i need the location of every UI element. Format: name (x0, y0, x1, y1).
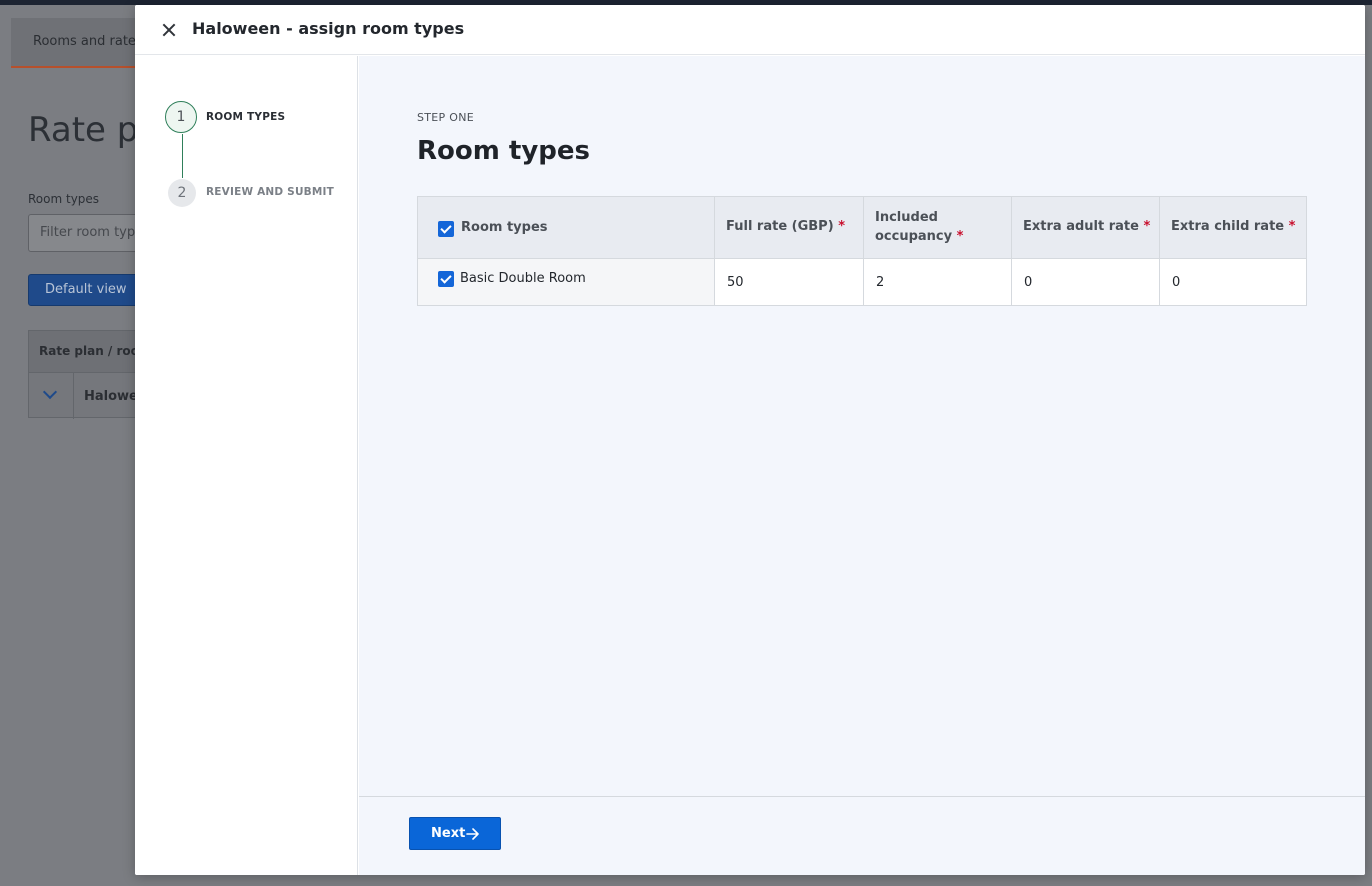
row-divider (73, 373, 74, 419)
room-types-table: Room types Full rate (GBP) * Included oc… (417, 196, 1307, 306)
column-label-wrap: Extra child rate * (1171, 217, 1295, 236)
step-number-badge: 1 (165, 101, 197, 133)
included-occupancy-cell (863, 259, 1011, 305)
table-header-row: Room types Full rate (GBP) * Included oc… (418, 197, 1306, 259)
modal-header: Haloween - assign room types (135, 5, 1365, 55)
tab-label: Rooms and rates (33, 34, 143, 49)
required-asterisk: * (956, 229, 964, 244)
column-header-full-rate: Full rate (GBP) * (714, 197, 863, 258)
filter-label: Room types (28, 192, 100, 206)
full-rate-input[interactable] (715, 259, 863, 305)
column-header-extra-adult-rate: Extra adult rate * (1011, 197, 1159, 258)
room-type-name: Basic Double Room (460, 271, 586, 286)
step-label: REVIEW AND SUBMIT (206, 186, 334, 198)
next-button[interactable]: Next (409, 817, 501, 850)
step-label: ROOM TYPES (206, 111, 286, 123)
modal-footer: Next (359, 796, 1365, 875)
next-button-label: Next (431, 826, 466, 841)
step-eyebrow: STEP ONE (417, 111, 475, 124)
required-asterisk: * (838, 219, 845, 234)
extra-adult-rate-input[interactable] (1012, 259, 1159, 305)
extra-child-rate-cell (1159, 259, 1306, 305)
filter-placeholder: Filter room types (40, 225, 150, 240)
full-rate-cell (714, 259, 863, 305)
column-header-extra-child-rate: Extra child rate * (1159, 197, 1306, 258)
column-header-included-occupancy: Included occupancy * (863, 197, 1011, 258)
column-label-wrap: Extra adult rate * (1023, 217, 1150, 236)
section-title: Room types (417, 136, 590, 166)
extra-child-rate-input[interactable] (1160, 259, 1306, 305)
stepper: 1 ROOM TYPES 2 REVIEW AND SUBMIT (135, 56, 358, 875)
room-checkbox[interactable] (438, 271, 454, 287)
step-content: STEP ONE Room types Room types Full rate… (359, 56, 1365, 796)
column-label: Extra child rate (1171, 219, 1285, 234)
tab-rooms-and-rates[interactable]: Rooms and rates (11, 18, 151, 68)
modal-title: Haloween - assign room types (192, 19, 465, 38)
column-label: Full rate (GBP) (726, 219, 834, 234)
step-connector (182, 134, 183, 178)
arrow-right-icon (466, 828, 479, 840)
required-asterisk: * (1288, 219, 1296, 234)
assign-room-types-modal: Haloween - assign room types 1 ROOM TYPE… (135, 5, 1365, 875)
included-occupancy-input[interactable] (864, 259, 1011, 305)
column-header-room-types: Room types (418, 197, 714, 258)
step-number-badge: 2 (168, 179, 196, 207)
room-type-cell: Basic Double Room (418, 259, 714, 305)
close-icon[interactable] (159, 20, 179, 40)
column-label: Included occupancy (875, 210, 953, 244)
column-label: Room types (461, 220, 548, 235)
column-label-wrap: Included occupancy * (875, 208, 985, 246)
select-all-checkbox[interactable] (438, 221, 454, 237)
required-asterisk: * (1143, 219, 1151, 234)
table-row: Basic Double Room (418, 259, 1306, 305)
column-label: Extra adult rate (1023, 219, 1139, 234)
column-label-wrap: Full rate (GBP) * (726, 217, 845, 236)
chevron-down-icon[interactable] (42, 384, 58, 400)
default-view-label: Default view (45, 282, 127, 297)
extra-adult-rate-cell (1011, 259, 1159, 305)
